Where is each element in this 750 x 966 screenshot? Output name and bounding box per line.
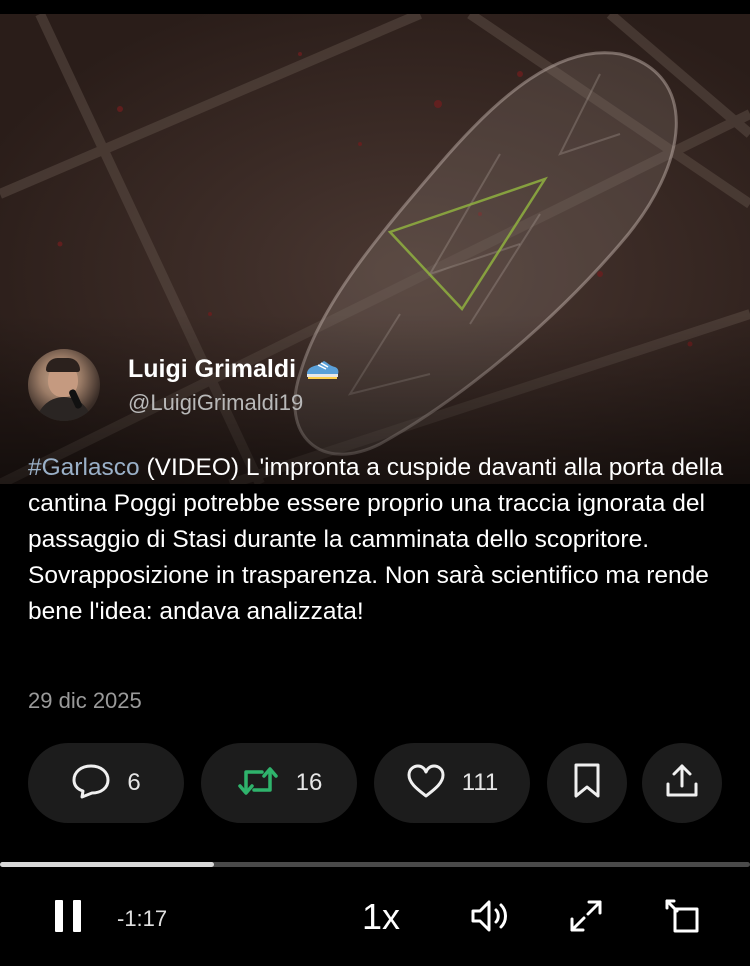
- like-count: 111: [461, 769, 499, 796]
- video-tweet-viewer: Luigi Grimaldi @LuigiGrimaldi19 #Garlasc…: [0, 0, 750, 966]
- bookmark-icon: [572, 762, 602, 805]
- bookmark-button[interactable]: [547, 743, 627, 823]
- reply-count: 6: [127, 769, 141, 796]
- retweet-button[interactable]: 16: [201, 743, 357, 823]
- tweet-text: #Garlasco (VIDEO) L'impronta a cuspide d…: [28, 450, 728, 630]
- speaker-icon: [469, 897, 511, 940]
- fullscreen-button[interactable]: [566, 898, 606, 938]
- like-button[interactable]: 111: [374, 743, 530, 823]
- author-handle[interactable]: @LuigiGrimaldi19: [128, 390, 340, 416]
- rotate-button[interactable]: [662, 898, 702, 938]
- shoe-icon: [304, 355, 340, 383]
- action-bar: 6 16 111: [0, 743, 750, 825]
- author-name-row[interactable]: Luigi Grimaldi: [128, 355, 340, 384]
- pause-icon: [51, 897, 85, 940]
- heart-icon: [406, 763, 446, 804]
- reply-icon: [71, 762, 111, 805]
- pause-button[interactable]: [48, 898, 88, 938]
- author-name[interactable]: Luigi Grimaldi: [128, 355, 296, 384]
- reply-button[interactable]: 6: [28, 743, 184, 823]
- author-block[interactable]: Luigi Grimaldi @LuigiGrimaldi19: [28, 349, 340, 421]
- retweet-icon: [236, 762, 280, 805]
- expand-icon: [568, 898, 604, 939]
- playback-speed-button[interactable]: 1x: [362, 896, 400, 938]
- retweet-count: 16: [295, 769, 323, 796]
- video-progress-bar[interactable]: [0, 862, 750, 867]
- author-text: Luigi Grimaldi @LuigiGrimaldi19: [128, 355, 340, 416]
- player-controls: -1:17 1x: [0, 880, 750, 960]
- time-remaining: -1:17: [117, 906, 168, 931]
- rotate-icon: [663, 897, 701, 940]
- share-button[interactable]: [642, 743, 722, 823]
- video-progress-fill: [0, 862, 214, 867]
- hashtag-link[interactable]: #Garlasco: [28, 454, 140, 481]
- avatar[interactable]: [28, 349, 100, 421]
- share-icon: [664, 762, 700, 805]
- volume-button[interactable]: [468, 898, 512, 938]
- tweet-date: 29 dic 2025: [28, 688, 142, 713]
